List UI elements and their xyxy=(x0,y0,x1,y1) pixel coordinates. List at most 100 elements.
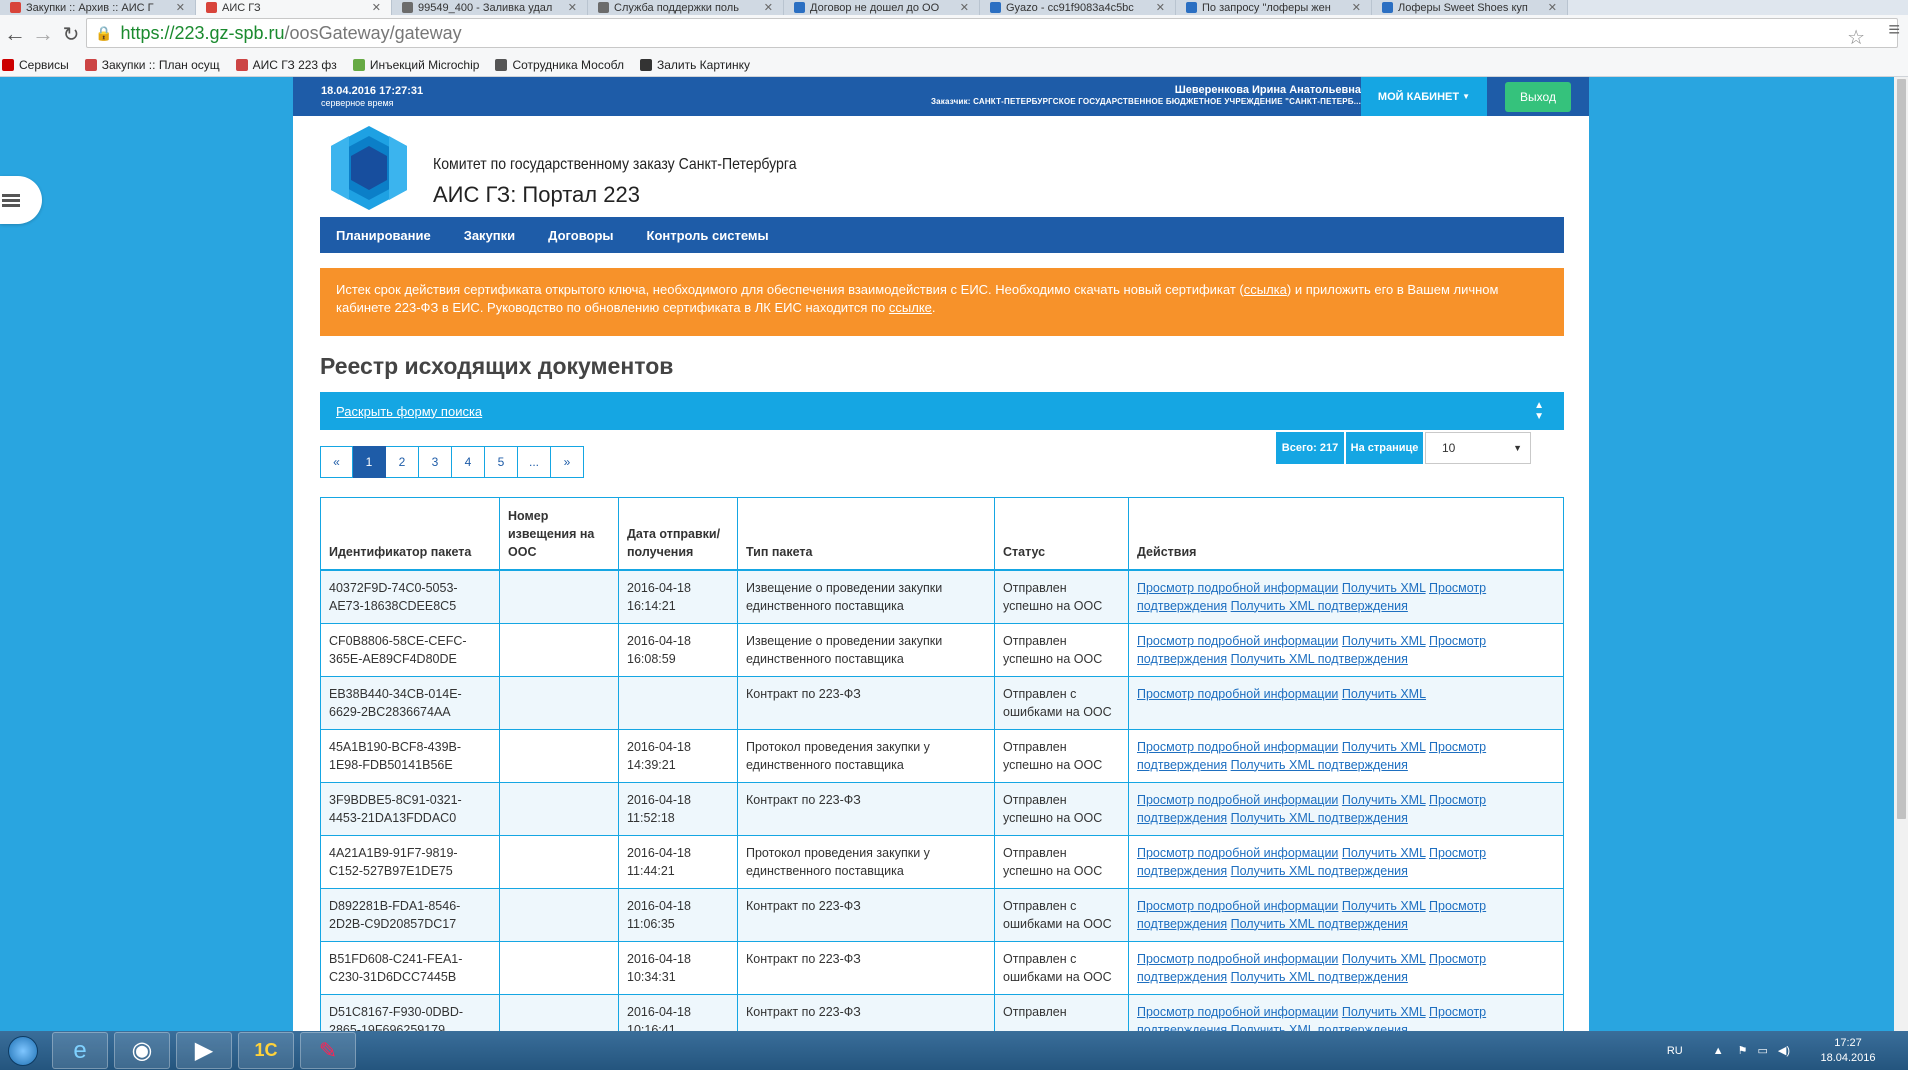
browser-tab[interactable]: Закупки :: Архив :: АИС Г ✕ xyxy=(0,0,196,15)
browser-tab[interactable]: По запросу "лоферы жен ✕ xyxy=(1176,0,1372,15)
back-icon[interactable]: ← xyxy=(2,21,28,47)
action-view-details[interactable]: Просмотр подробной информации xyxy=(1137,581,1338,595)
browser-tab[interactable]: Лоферы Sweet Shoes куп ✕ xyxy=(1372,0,1568,15)
my-cabinet-button[interactable]: МОЙ КАБИНЕТ ▼ xyxy=(1361,77,1487,116)
search-form-toggle-link[interactable]: Раскрыть форму поиска xyxy=(336,404,482,419)
cell-actions: Просмотр подробной информации Получить X… xyxy=(1128,622,1564,677)
action-get-xml[interactable]: Получить XML xyxy=(1342,634,1426,648)
nav-purchases[interactable]: Закупки xyxy=(464,228,515,243)
alert-link-guide[interactable]: ссылке xyxy=(889,300,932,315)
action-get-xml[interactable]: Получить XML xyxy=(1342,846,1426,860)
action-get-confirmation-xml[interactable]: Получить XML подтверждения xyxy=(1231,811,1408,825)
pager-item[interactable]: 5 xyxy=(485,446,518,478)
per-page-select[interactable]: 10 ▼ xyxy=(1425,432,1531,464)
clock[interactable]: 17:27 18.04.2016 xyxy=(1810,1036,1886,1066)
tab-favicon-icon xyxy=(10,2,21,13)
reload-icon[interactable]: ↻ xyxy=(58,21,84,47)
sidebar-toggle-button[interactable] xyxy=(0,176,42,224)
bookmark-item[interactable]: Закупки :: План осущ xyxy=(84,58,220,72)
page-title: Реестр исходящих документов xyxy=(320,353,674,379)
cell-package-id: B51FD608-C241-FEA1-C230-31D6DCC7445B xyxy=(320,940,500,995)
expand-icon[interactable]: ▲ ▼ xyxy=(1534,400,1544,422)
pager-item[interactable]: 2 xyxy=(386,446,419,478)
bookmark-item[interactable]: Залить Картинку xyxy=(639,58,750,72)
start-button[interactable] xyxy=(0,1031,46,1070)
bookmark-item[interactable]: Инъекций Microchip xyxy=(352,58,479,72)
tab-close-icon[interactable]: ✕ xyxy=(568,1,577,14)
volume-icon[interactable]: ◀) xyxy=(1778,1044,1790,1057)
action-get-xml[interactable]: Получить XML xyxy=(1342,687,1426,701)
action-get-xml[interactable]: Получить XML xyxy=(1342,899,1426,913)
action-get-confirmation-xml[interactable]: Получить XML подтверждения xyxy=(1231,758,1408,772)
browser-menu-icon[interactable]: ≡ xyxy=(1888,19,1900,42)
action-view-details[interactable]: Просмотр подробной информации xyxy=(1137,793,1338,807)
bookmark-star-icon[interactable]: ☆ xyxy=(1847,25,1865,50)
browser-tab[interactable]: Договор не дошел до ОО ✕ xyxy=(784,0,980,15)
action-get-confirmation-xml[interactable]: Получить XML подтверждения xyxy=(1231,599,1408,613)
bookmark-icon xyxy=(495,58,508,71)
action-view-details[interactable]: Просмотр подробной информации xyxy=(1137,687,1338,701)
action-get-xml[interactable]: Получить XML xyxy=(1342,952,1426,966)
taskbar-media-icon[interactable]: ▶ xyxy=(176,1032,232,1069)
action-get-confirmation-xml[interactable]: Получить XML подтверждения xyxy=(1231,970,1408,984)
tab-close-icon[interactable]: ✕ xyxy=(960,1,969,14)
bookmark-item[interactable]: Сотрудника Мособл xyxy=(495,58,624,72)
dropdown-arrow-icon: ▼ xyxy=(1513,443,1522,453)
network-icon[interactable]: ▭ xyxy=(1757,1044,1767,1057)
pager-item[interactable]: ... xyxy=(518,446,551,478)
taskbar-pdf-icon[interactable]: ✎ xyxy=(300,1032,356,1069)
action-get-xml[interactable]: Получить XML xyxy=(1342,793,1426,807)
tab-close-icon[interactable]: ✕ xyxy=(176,1,185,14)
action-view-details[interactable]: Просмотр подробной информации xyxy=(1137,634,1338,648)
action-view-details[interactable]: Просмотр подробной информации xyxy=(1137,952,1338,966)
scrollbar-thumb[interactable] xyxy=(1897,79,1906,819)
address-bar[interactable]: 🔒 https://223.gz-spb.ru/oosGateway/gatew… xyxy=(86,18,1898,50)
browser-tab[interactable]: 99549_400 - Заливка удал ✕ xyxy=(392,0,588,15)
flag-icon[interactable]: ⚑ xyxy=(1738,1044,1748,1057)
my-cabinet-label: МОЙ КАБИНЕТ xyxy=(1377,90,1460,103)
taskbar-1c-icon[interactable]: 1С xyxy=(238,1032,294,1069)
logo-icon[interactable] xyxy=(323,124,415,212)
nav-system-control[interactable]: Контроль системы xyxy=(647,228,769,243)
action-get-confirmation-xml[interactable]: Получить XML подтверждения xyxy=(1231,917,1408,931)
taskbar-chrome-icon[interactable]: ◉ xyxy=(114,1032,170,1069)
tab-close-icon[interactable]: ✕ xyxy=(764,1,773,14)
nav-planning[interactable]: Планирование xyxy=(336,228,431,243)
tray-arrow-icon[interactable]: ▲ xyxy=(1713,1045,1724,1057)
action-view-details[interactable]: Просмотр подробной информации xyxy=(1137,846,1338,860)
tab-close-icon[interactable]: ✕ xyxy=(1352,1,1361,14)
action-view-details[interactable]: Просмотр подробной информации xyxy=(1137,899,1338,913)
action-get-xml[interactable]: Получить XML xyxy=(1342,740,1426,754)
page-scrollbar[interactable] xyxy=(1894,77,1908,1031)
nav-contracts[interactable]: Договоры xyxy=(548,228,613,243)
bookmark-item[interactable]: Сервисы xyxy=(2,58,69,72)
action-get-confirmation-xml[interactable]: Получить XML подтверждения xyxy=(1231,864,1408,878)
bookmark-item[interactable]: АИС ГЗ 223 фз xyxy=(235,58,337,72)
search-form-toggle[interactable]: Раскрыть форму поиска ▲ ▼ xyxy=(320,392,1564,430)
tab-close-icon[interactable]: ✕ xyxy=(1548,1,1557,14)
organization-name: Комитет по государственному заказу Санкт… xyxy=(433,156,797,173)
action-view-details[interactable]: Просмотр подробной информации xyxy=(1137,740,1338,754)
col-status: Статус xyxy=(994,497,1129,571)
pager-item[interactable]: 4 xyxy=(452,446,485,478)
alert-link-certificate[interactable]: ссылка xyxy=(1244,282,1287,297)
browser-tab[interactable]: Gyazo - cc91f9083a4c5bc ✕ xyxy=(980,0,1176,15)
action-view-details[interactable]: Просмотр подробной информации xyxy=(1137,1005,1338,1019)
tab-close-icon[interactable]: ✕ xyxy=(372,1,381,14)
pager-item[interactable]: 3 xyxy=(419,446,452,478)
cell-notice-number xyxy=(499,675,619,730)
action-get-xml[interactable]: Получить XML xyxy=(1342,1005,1426,1019)
pager-item[interactable]: » xyxy=(551,446,584,478)
browser-tab[interactable]: АИС ГЗ ✕ xyxy=(196,0,392,15)
tab-close-icon[interactable]: ✕ xyxy=(1156,1,1165,14)
action-get-confirmation-xml[interactable]: Получить XML подтверждения xyxy=(1231,652,1408,666)
pager-item[interactable]: 1 xyxy=(353,446,386,478)
forward-icon[interactable]: → xyxy=(30,21,56,47)
action-get-confirmation-xml[interactable]: Получить XML подтверждения xyxy=(1231,1023,1408,1032)
taskbar-ie-icon[interactable]: e xyxy=(52,1032,108,1069)
pager-item[interactable]: « xyxy=(320,446,353,478)
browser-tab[interactable]: Служба поддержки поль ✕ xyxy=(588,0,784,15)
logout-button[interactable]: Выход xyxy=(1505,82,1571,112)
action-get-xml[interactable]: Получить XML xyxy=(1342,581,1426,595)
language-indicator[interactable]: RU xyxy=(1667,1045,1683,1057)
